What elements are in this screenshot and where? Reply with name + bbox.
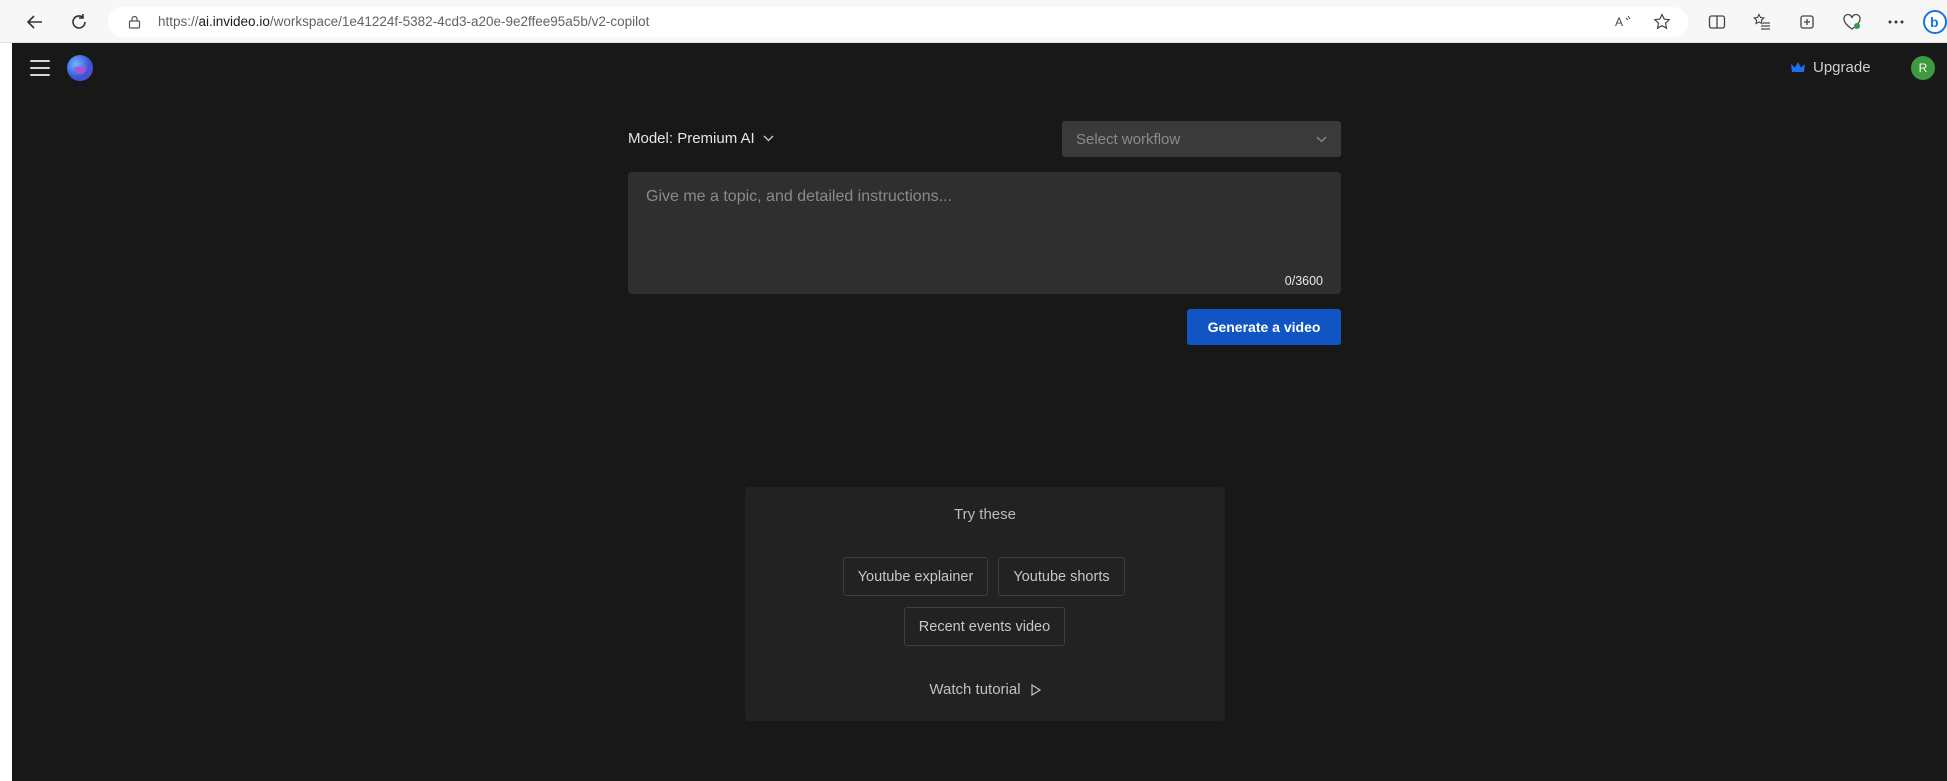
collections-icon[interactable] bbox=[1795, 10, 1819, 34]
favorite-star-icon[interactable] bbox=[1650, 10, 1674, 34]
url-host: ai.invideo.io bbox=[198, 14, 270, 29]
workflow-select[interactable]: Select workflow bbox=[1062, 121, 1341, 157]
prompt-box: 0/3600 bbox=[628, 172, 1341, 294]
generate-video-button[interactable]: Generate a video bbox=[1187, 309, 1341, 345]
lock-icon[interactable] bbox=[128, 15, 141, 29]
watch-tutorial-label: Watch tutorial bbox=[929, 681, 1021, 698]
split-screen-icon[interactable] bbox=[1705, 10, 1729, 34]
upgrade-button[interactable]: Upgrade bbox=[1791, 59, 1871, 76]
invideo-logo[interactable] bbox=[67, 55, 93, 81]
svg-text:A: A bbox=[1615, 15, 1623, 29]
url-prefix: https:// bbox=[158, 14, 199, 29]
chip-youtube-shorts[interactable]: Youtube shorts bbox=[998, 557, 1125, 596]
url-text[interactable]: https://ai.invideo.io/workspace/1e41224f… bbox=[158, 14, 649, 29]
chevron-down-icon bbox=[763, 135, 774, 142]
refresh-icon[interactable] bbox=[66, 9, 92, 35]
watch-tutorial-link[interactable]: Watch tutorial bbox=[745, 681, 1225, 698]
back-icon[interactable] bbox=[22, 9, 48, 35]
character-counter: 0/3600 bbox=[1284, 274, 1323, 288]
crown-icon bbox=[1791, 62, 1805, 72]
chip-youtube-explainer[interactable]: Youtube explainer bbox=[843, 557, 988, 596]
bing-copilot-icon[interactable]: b bbox=[1922, 10, 1947, 34]
chip-recent-events-video[interactable]: Recent events video bbox=[904, 607, 1065, 646]
avatar[interactable]: R bbox=[1911, 56, 1935, 80]
more-icon[interactable] bbox=[1884, 10, 1908, 34]
play-icon bbox=[1030, 683, 1041, 696]
invideo-app: Upgrade R Model: Premium AI Select workf… bbox=[12, 43, 1947, 781]
hamburger-menu-icon[interactable] bbox=[30, 60, 50, 76]
prompt-input[interactable] bbox=[628, 172, 1341, 294]
upgrade-label: Upgrade bbox=[1813, 59, 1871, 76]
browser-essentials-icon[interactable] bbox=[1840, 10, 1864, 34]
chevron-down-icon bbox=[1316, 136, 1327, 142]
workflow-placeholder: Select workflow bbox=[1076, 130, 1181, 148]
suggestions-panel: Try these Youtube explainer Youtube shor… bbox=[745, 487, 1225, 721]
suggestions-title: Try these bbox=[954, 506, 1016, 523]
model-label: Model: Premium AI bbox=[628, 130, 755, 147]
address-bar[interactable]: https://ai.invideo.io/workspace/1e41224f… bbox=[108, 7, 1688, 37]
favorites-list-icon[interactable] bbox=[1750, 10, 1774, 34]
url-path: /workspace/1e41224f-5382-4cd3-a20e-9e2ff… bbox=[269, 14, 650, 29]
browser-toolbar: https://ai.invideo.io/workspace/1e41224f… bbox=[0, 0, 1947, 43]
read-aloud-icon[interactable]: A bbox=[1612, 10, 1636, 34]
svg-text:b: b bbox=[1930, 14, 1939, 30]
model-selector[interactable]: Model: Premium AI bbox=[628, 130, 774, 147]
